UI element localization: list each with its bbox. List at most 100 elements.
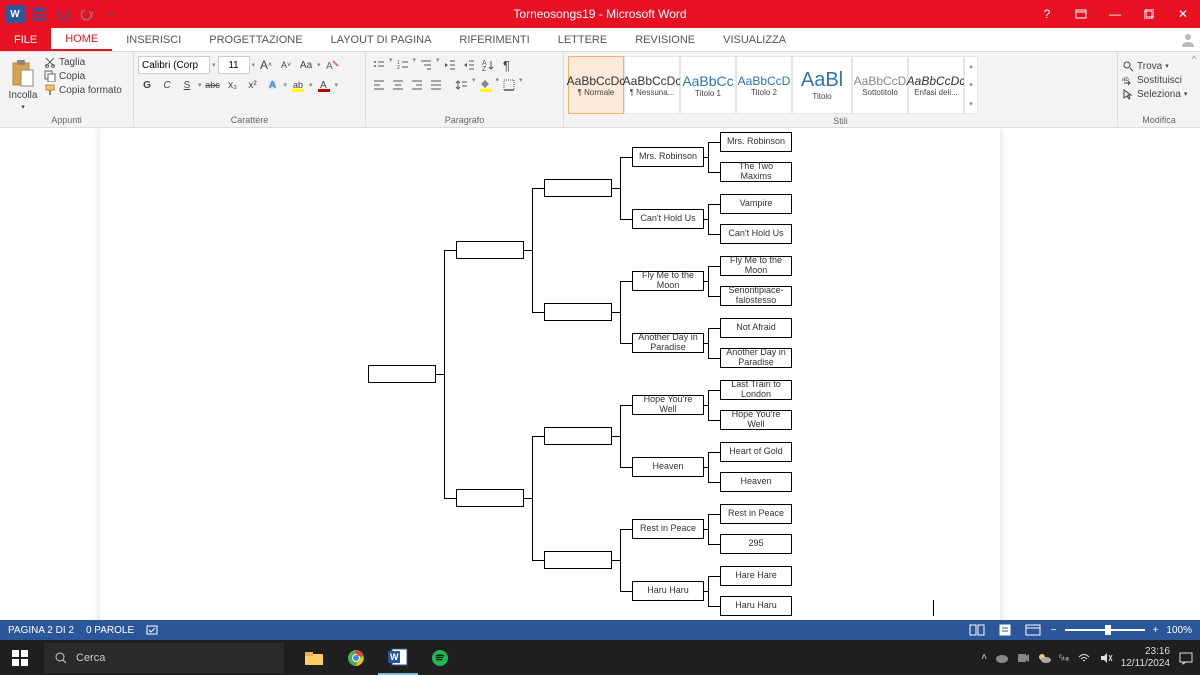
tray-chevron[interactable]: ˄ (981, 652, 987, 663)
style-normale[interactable]: AaBbCcDc¶ Normale (568, 56, 624, 114)
change-case-button[interactable]: Aa (297, 56, 315, 74)
copy-button[interactable]: Copia (44, 70, 122, 82)
strikethrough-button[interactable]: abc (204, 76, 222, 94)
save-button[interactable] (28, 3, 50, 25)
tray-meet-icon[interactable] (1017, 652, 1029, 664)
bracket-r1-11: Heaven (720, 472, 792, 492)
borders-button[interactable] (500, 76, 518, 94)
numbering-button[interactable]: 12 (394, 56, 412, 74)
tab-inserisci[interactable]: INSERISCI (112, 28, 195, 51)
user-account-icon[interactable] (1176, 28, 1200, 52)
print-layout-button[interactable] (995, 622, 1015, 638)
web-layout-button[interactable] (1023, 622, 1043, 638)
bracket-r1-8: Last Train to London (720, 380, 792, 400)
tab-home[interactable]: HOME (51, 28, 112, 51)
styles-gallery[interactable]: AaBbCcDc¶ Normale AaBbCcDc¶ Nessuna... A… (568, 56, 978, 114)
tab-lettere[interactable]: LETTERE (544, 28, 622, 51)
bold-button[interactable]: G (138, 76, 156, 94)
minimize-button[interactable]: — (1098, 0, 1132, 28)
underline-button[interactable]: S (178, 76, 196, 94)
spellcheck-icon[interactable] (146, 624, 160, 636)
subscript-button[interactable]: x₂ (224, 76, 242, 94)
ribbon-display-button[interactable] (1064, 0, 1098, 28)
bracket-r3-2 (544, 427, 612, 445)
style-nessuna[interactable]: AaBbCcDc¶ Nessuna... (624, 56, 680, 114)
tray-volume-icon[interactable] (1099, 652, 1113, 664)
justify-button[interactable] (427, 76, 445, 94)
styles-more-button[interactable]: ▴▾▾ (964, 56, 978, 114)
taskbar-word[interactable]: W (378, 640, 418, 675)
clear-formatting-button[interactable]: A (323, 56, 341, 74)
taskbar-spotify[interactable] (420, 640, 460, 675)
taskbar-explorer[interactable] (294, 640, 334, 675)
select-button[interactable]: Seleziona ▾ (1122, 88, 1187, 100)
tab-progettazione[interactable]: PROGETTAZIONE (195, 28, 316, 51)
document-area[interactable]: Mrs. RobinsonThe Two MaximsVampireCan't … (0, 128, 1200, 640)
tab-riferimenti[interactable]: RIFERIMENTI (445, 28, 543, 51)
sort-button[interactable]: AZ (479, 56, 497, 74)
paste-button[interactable]: Incolla ▾ (4, 56, 42, 111)
help-button[interactable]: ? (1030, 0, 1064, 28)
search-icon (54, 651, 68, 665)
page[interactable]: Mrs. RobinsonThe Two MaximsVampireCan't … (100, 128, 1000, 640)
shading-button[interactable] (477, 76, 495, 94)
find-button[interactable]: Trova ▾ (1122, 60, 1187, 72)
superscript-button[interactable]: x² (244, 76, 262, 94)
font-color-button[interactable]: A (315, 76, 333, 94)
collapse-ribbon-button[interactable]: ^ (1192, 54, 1196, 64)
style-titolo[interactable]: AaBlTitolo (792, 56, 852, 114)
bracket-r2-7: Haru Haru (632, 581, 704, 601)
grow-font-button[interactable]: A˄ (257, 56, 275, 74)
word-count[interactable]: 0 PAROLE (86, 625, 134, 636)
format-painter-button[interactable]: Copia formato (44, 84, 122, 96)
bullets-button[interactable] (370, 56, 388, 74)
italic-button[interactable]: C (158, 76, 176, 94)
tray-language[interactable]: ʳᵢₜₐ (1059, 652, 1069, 663)
redo-button[interactable] (76, 3, 98, 25)
align-center-button[interactable] (389, 76, 407, 94)
replace-button[interactable]: abSostituisci (1122, 74, 1187, 86)
taskbar-clock[interactable]: 23:16 12/11/2024 (1121, 646, 1170, 670)
tray-weather-icon[interactable] (1037, 652, 1051, 664)
read-mode-button[interactable] (967, 622, 987, 638)
zoom-in-button[interactable]: + (1153, 625, 1159, 636)
multilevel-button[interactable] (417, 56, 435, 74)
page-indicator[interactable]: PAGINA 2 DI 2 (8, 625, 74, 636)
align-left-button[interactable] (370, 76, 388, 94)
increase-indent-button[interactable] (460, 56, 478, 74)
zoom-out-button[interactable]: − (1051, 625, 1057, 636)
taskbar-chrome[interactable] (336, 640, 376, 675)
shrink-font-button[interactable]: A˅ (277, 56, 295, 74)
style-enfasi[interactable]: AaBbCcDcEnfasi deli... (908, 56, 964, 114)
undo-button[interactable] (52, 3, 74, 25)
style-sottotitolo[interactable]: AaBbCcDSottotitolo (852, 56, 908, 114)
align-right-button[interactable] (408, 76, 426, 94)
text-cursor (933, 600, 934, 616)
close-button[interactable]: ✕ (1166, 0, 1200, 28)
highlight-button[interactable]: ab (289, 76, 307, 94)
tray-onedrive-icon[interactable] (995, 653, 1009, 663)
font-name-combo[interactable]: Calibri (Corp (138, 56, 210, 74)
line-spacing-button[interactable] (453, 76, 471, 94)
decrease-indent-button[interactable] (441, 56, 459, 74)
qat-customize[interactable]: ▾ (100, 3, 122, 25)
show-marks-button[interactable]: ¶ (498, 56, 516, 74)
cut-button[interactable]: Taglia (44, 56, 122, 68)
tab-revisione[interactable]: REVISIONE (621, 28, 709, 51)
tray-wifi-icon[interactable] (1077, 652, 1091, 664)
text-effects-button[interactable]: A (264, 76, 282, 94)
style-titolo1[interactable]: AaBbCcTitolo 1 (680, 56, 736, 114)
maximize-button[interactable] (1132, 0, 1166, 28)
tab-visualizza[interactable]: VISUALIZZA (709, 28, 800, 51)
word-app-icon[interactable]: W (4, 3, 26, 25)
tab-layout[interactable]: LAYOUT DI PAGINA (317, 28, 446, 51)
taskbar-search[interactable]: Cerca (44, 643, 284, 673)
zoom-level[interactable]: 100% (1166, 625, 1192, 636)
tab-file[interactable]: FILE (0, 28, 51, 51)
zoom-slider[interactable] (1065, 629, 1145, 631)
notifications-button[interactable] (1178, 651, 1194, 665)
start-button[interactable] (0, 640, 40, 675)
quick-access-toolbar: W ▾ (0, 3, 122, 25)
style-titolo2[interactable]: AaBbCcDTitolo 2 (736, 56, 792, 114)
font-size-combo[interactable]: 11 (218, 56, 250, 74)
